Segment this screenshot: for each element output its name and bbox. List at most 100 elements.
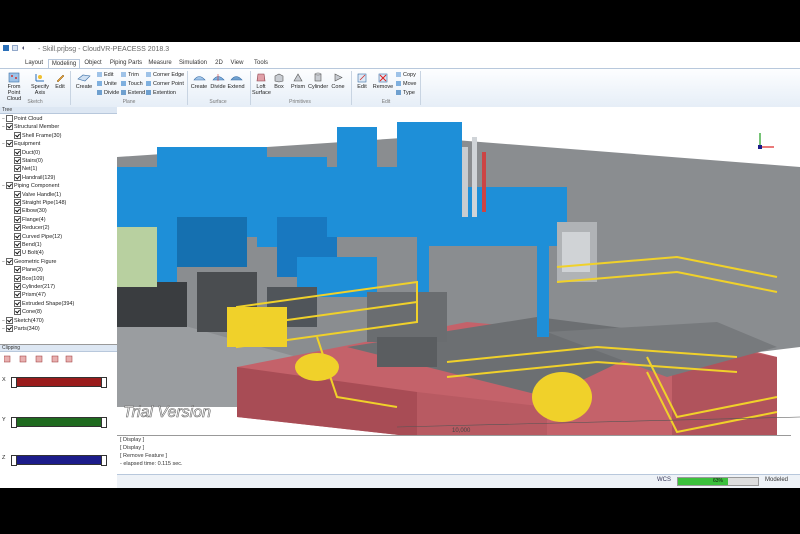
visibility-checkbox[interactable]: [14, 190, 21, 198]
tree-item[interactable]: Cylinder(217): [10, 283, 55, 291]
clip-x-max-handle[interactable]: [101, 377, 107, 388]
visibility-checkbox[interactable]: [14, 148, 21, 156]
cylinder-button[interactable]: Cylinder: [308, 72, 328, 90]
tree-item[interactable]: U Bolt(4): [10, 249, 44, 257]
corner-point-button[interactable]: Corner Point: [146, 81, 184, 87]
tree-item[interactable]: Straight Pipe(148): [10, 199, 66, 207]
clip-y-min-handle[interactable]: [11, 417, 17, 428]
visibility-checkbox[interactable]: [14, 249, 21, 257]
visibility-checkbox[interactable]: [14, 215, 21, 223]
move-button[interactable]: Move: [396, 81, 416, 87]
clip-z-min-handle[interactable]: [11, 455, 17, 466]
tab-layout[interactable]: Layout: [22, 59, 46, 68]
visibility-checkbox[interactable]: [14, 299, 21, 307]
tree-item[interactable]: Flange(4): [10, 215, 46, 224]
tab-tools[interactable]: Tools: [250, 59, 272, 68]
tree-item[interactable]: Cone(8): [10, 308, 42, 316]
tree-item[interactable]: − Geometric Figure: [2, 257, 57, 266]
clip-y-slider[interactable]: [11, 417, 107, 428]
copy-button[interactable]: Copy: [396, 72, 416, 78]
visibility-checkbox[interactable]: [6, 182, 13, 190]
visibility-checkbox[interactable]: [14, 232, 21, 240]
visibility-checkbox[interactable]: [14, 199, 21, 207]
visibility-checkbox[interactable]: [6, 123, 13, 131]
visibility-checkbox[interactable]: [14, 283, 21, 291]
plant-model-render[interactable]: [117, 107, 800, 437]
tab-measure[interactable]: Measure: [146, 59, 174, 68]
tree-item[interactable]: Box(109): [10, 274, 44, 283]
visibility-checkbox[interactable]: [14, 173, 21, 181]
tree-item[interactable]: − Equipment: [2, 140, 40, 148]
save-icon[interactable]: [12, 45, 18, 51]
plane-create-button[interactable]: Create: [74, 72, 94, 90]
tree-item[interactable]: Handrail(129): [10, 173, 55, 182]
specify-axis-button[interactable]: Specify Axis: [30, 72, 50, 96]
tree-item[interactable]: Shell Frame(30): [10, 131, 61, 140]
visibility-checkbox[interactable]: [14, 291, 21, 299]
undo-icon[interactable]: [21, 45, 27, 51]
plane-divide-button[interactable]: Divide: [97, 90, 119, 96]
visibility-checkbox[interactable]: [6, 257, 13, 265]
loft-surface-button[interactable]: Loft Surface: [252, 72, 271, 96]
plane-extend-button[interactable]: Extend: [121, 90, 145, 96]
clip-x-slider[interactable]: [11, 377, 107, 388]
trim-button[interactable]: Trim: [121, 72, 139, 78]
tree-item[interactable]: Extruded Shape(394): [10, 299, 74, 308]
tree-item[interactable]: Plane(3): [10, 266, 43, 274]
visibility-checkbox[interactable]: [14, 157, 21, 165]
extention-button[interactable]: Extention: [146, 90, 176, 96]
type-button[interactable]: Type: [396, 90, 415, 96]
visibility-checkbox[interactable]: [14, 224, 21, 232]
visibility-checkbox[interactable]: [14, 308, 21, 316]
sketch-edit-button[interactable]: Edit: [53, 72, 67, 90]
clip-x-min-handle[interactable]: [11, 377, 17, 388]
clip-z-max-handle[interactable]: [101, 455, 107, 466]
tree-item[interactable]: − Structural Member: [2, 123, 59, 131]
tab-simulation[interactable]: Simulation: [176, 59, 210, 68]
cone-button[interactable]: Cone: [330, 72, 346, 90]
clipping-tool-icons[interactable]: [3, 355, 74, 363]
tree-item[interactable]: Bend(1): [10, 241, 42, 249]
visibility-checkbox[interactable]: [14, 131, 21, 139]
surface-create-button[interactable]: Create: [190, 72, 208, 90]
visibility-checkbox[interactable]: [6, 115, 13, 123]
tree-item[interactable]: − Piping Component: [2, 182, 59, 190]
visibility-checkbox[interactable]: [6, 140, 13, 148]
tree-item[interactable]: − Parts(340): [2, 325, 40, 333]
visibility-checkbox[interactable]: [14, 165, 21, 173]
visibility-checkbox[interactable]: [14, 274, 21, 282]
tree-item[interactable]: Prism(47): [10, 291, 46, 299]
tab-2d[interactable]: 2D: [212, 59, 226, 68]
tree-item[interactable]: Duct(0): [10, 148, 40, 157]
tab-object[interactable]: Object: [82, 59, 104, 68]
clip-z-slider[interactable]: [11, 455, 107, 466]
3d-viewport[interactable]: Trial Version 10,000: [117, 107, 800, 478]
clip-y-max-handle[interactable]: [101, 417, 107, 428]
tree-item[interactable]: − Point Cloud: [2, 115, 42, 123]
corner-edge-button[interactable]: Corner Edge: [146, 72, 184, 78]
touch-button[interactable]: Touch: [121, 81, 143, 87]
from-point-cloud-button[interactable]: From Point Cloud: [2, 72, 26, 102]
visibility-checkbox[interactable]: [14, 266, 21, 274]
tree-item[interactable]: − Sketch(470): [2, 316, 44, 325]
remove-button[interactable]: Remove: [372, 72, 394, 90]
tree-item[interactable]: Net(1): [10, 165, 37, 173]
visibility-checkbox[interactable]: [6, 325, 13, 333]
tree-item[interactable]: Elbow(30): [10, 207, 47, 215]
visibility-checkbox[interactable]: [14, 241, 21, 249]
prism-button[interactable]: Prism: [290, 72, 306, 90]
visibility-checkbox[interactable]: [6, 316, 13, 324]
tree-item[interactable]: Reducer(2): [10, 224, 50, 232]
tree-item[interactable]: Stairs(0): [10, 157, 43, 165]
tab-view[interactable]: View: [228, 59, 246, 68]
plane-edit-button[interactable]: Edit: [97, 72, 113, 78]
visibility-checkbox[interactable]: [14, 207, 21, 215]
surface-divide-button[interactable]: Divide: [209, 72, 227, 90]
tree-item[interactable]: Valve Handle(1): [10, 190, 61, 199]
tree-item[interactable]: Curved Pipe(12): [10, 232, 62, 241]
surface-extend-button[interactable]: Extend: [227, 72, 245, 90]
unite-button[interactable]: Unite: [97, 81, 117, 87]
edit-button[interactable]: Edit: [354, 72, 370, 90]
box-button[interactable]: Box: [272, 72, 286, 90]
tab-piping-parts[interactable]: Piping Parts: [108, 59, 144, 68]
